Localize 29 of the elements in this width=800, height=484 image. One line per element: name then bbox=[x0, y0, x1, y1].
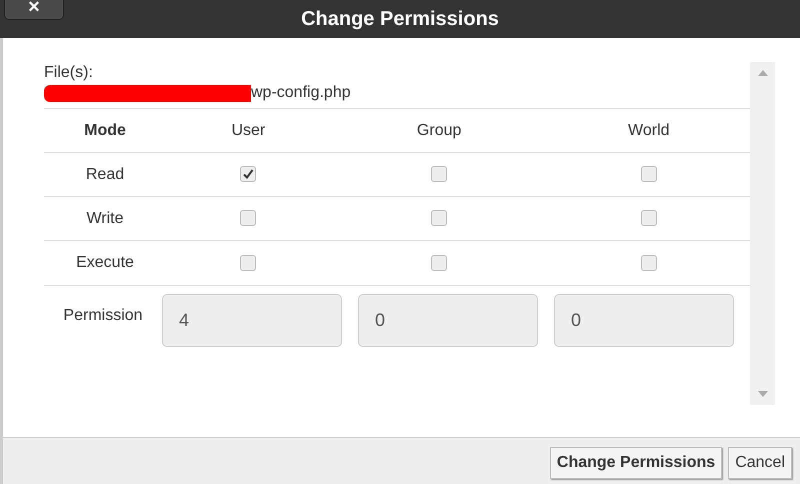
dialog-title: Change Permissions bbox=[301, 7, 499, 32]
checkbox[interactable] bbox=[640, 210, 657, 226]
checkbox[interactable] bbox=[431, 254, 448, 271]
row-label: Read bbox=[86, 166, 124, 182]
permission-field[interactable]: 0 bbox=[554, 294, 734, 346]
row-label: Execute bbox=[76, 254, 134, 271]
checkbox[interactable] bbox=[431, 210, 448, 226]
checkbox[interactable] bbox=[640, 166, 657, 182]
checkbox[interactable] bbox=[640, 254, 657, 271]
permission-field[interactable]: 4 bbox=[162, 294, 342, 346]
row-label: Write bbox=[86, 210, 124, 226]
scroll-up-icon[interactable] bbox=[756, 69, 768, 77]
files-label: File(s): bbox=[44, 63, 94, 83]
change-permissions-button[interactable]: Change Permissions bbox=[550, 447, 722, 479]
mode-header: Mode bbox=[84, 122, 126, 138]
file-path: wp-config.php bbox=[251, 83, 351, 103]
scrollbar[interactable] bbox=[750, 62, 775, 405]
checkbox[interactable] bbox=[240, 254, 256, 271]
column-header: Group bbox=[416, 122, 462, 138]
permission-label: Permission bbox=[62, 306, 144, 326]
permission-field[interactable]: 0 bbox=[358, 294, 538, 346]
checkbox[interactable] bbox=[431, 166, 448, 182]
scroll-down-icon[interactable] bbox=[756, 390, 768, 398]
cancel-button[interactable]: Cancel bbox=[728, 447, 792, 479]
checkbox[interactable] bbox=[240, 210, 256, 226]
checkbox[interactable] bbox=[240, 166, 256, 182]
column-header: World bbox=[628, 122, 670, 138]
column-header: User bbox=[231, 122, 266, 138]
close-button[interactable]: × bbox=[4, 0, 64, 20]
